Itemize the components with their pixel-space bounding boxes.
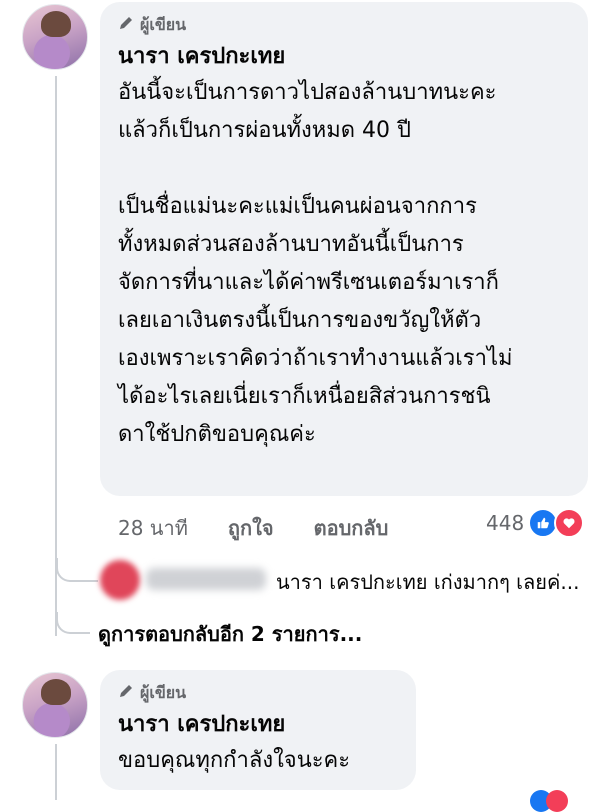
avatar-2[interactable] [22,672,88,738]
like-button[interactable]: ถูกใจ [228,512,274,544]
reply-connector [56,558,98,582]
reply-preview[interactable]: นารา เครปกะเทย เก่งมากๆ เลยค่... [56,558,608,602]
love-icon [546,790,568,812]
avatar[interactable] [22,4,88,70]
author-badge-2: ผู้เขียน [118,682,398,704]
comment-bubble: ผู้เขียน นารา เครปกะเทย อันนี้จะเป็นการด… [100,2,588,496]
reply-preview-text: นารา เครปกะเทย เก่งมากๆ เลยค่... [276,570,580,594]
comment-bubble-2: ผู้เขียน นารา เครปกะเทย ขอบคุณทุกกำลังใจ… [100,670,416,790]
reaction-summary[interactable]: 448 [486,508,585,538]
thread-line-2 [55,744,57,800]
author-badge: ผู้เขียน [118,14,570,36]
reaction-summary-2[interactable] [530,790,568,812]
reply-avatar-blurred [100,560,140,600]
author-badge-label: ผู้เขียน [140,14,187,34]
author-name[interactable]: นารา เครปกะเทย [118,42,570,72]
reply-button[interactable]: ตอบกลับ [314,512,389,544]
comment-text: อันนี้จะเป็นการดาวไปสองล้านบาทนะคะ แล้วก… [118,80,513,447]
author-name-2[interactable]: นารา เครปกะเทย [118,710,398,740]
comment-actions: 28 นาที ถูกใจ ตอบกลับ [118,512,388,544]
reaction-count: 448 [486,511,525,535]
more-replies-connector [56,612,90,634]
love-icon [554,508,585,538]
author-badge-label-2: ผู้เขียน [140,682,187,702]
reply-name-blurred [146,568,266,590]
pencil-icon [118,683,134,703]
thread-line [55,76,57,636]
pencil-icon [118,15,134,35]
more-replies-link[interactable]: ดูการตอบกลับอีก 2 รายการ... [98,618,362,650]
comment-text-2: ขอบคุณทุกกำลังใจนะคะ [118,748,351,773]
comment-time[interactable]: 28 นาที [118,512,188,544]
